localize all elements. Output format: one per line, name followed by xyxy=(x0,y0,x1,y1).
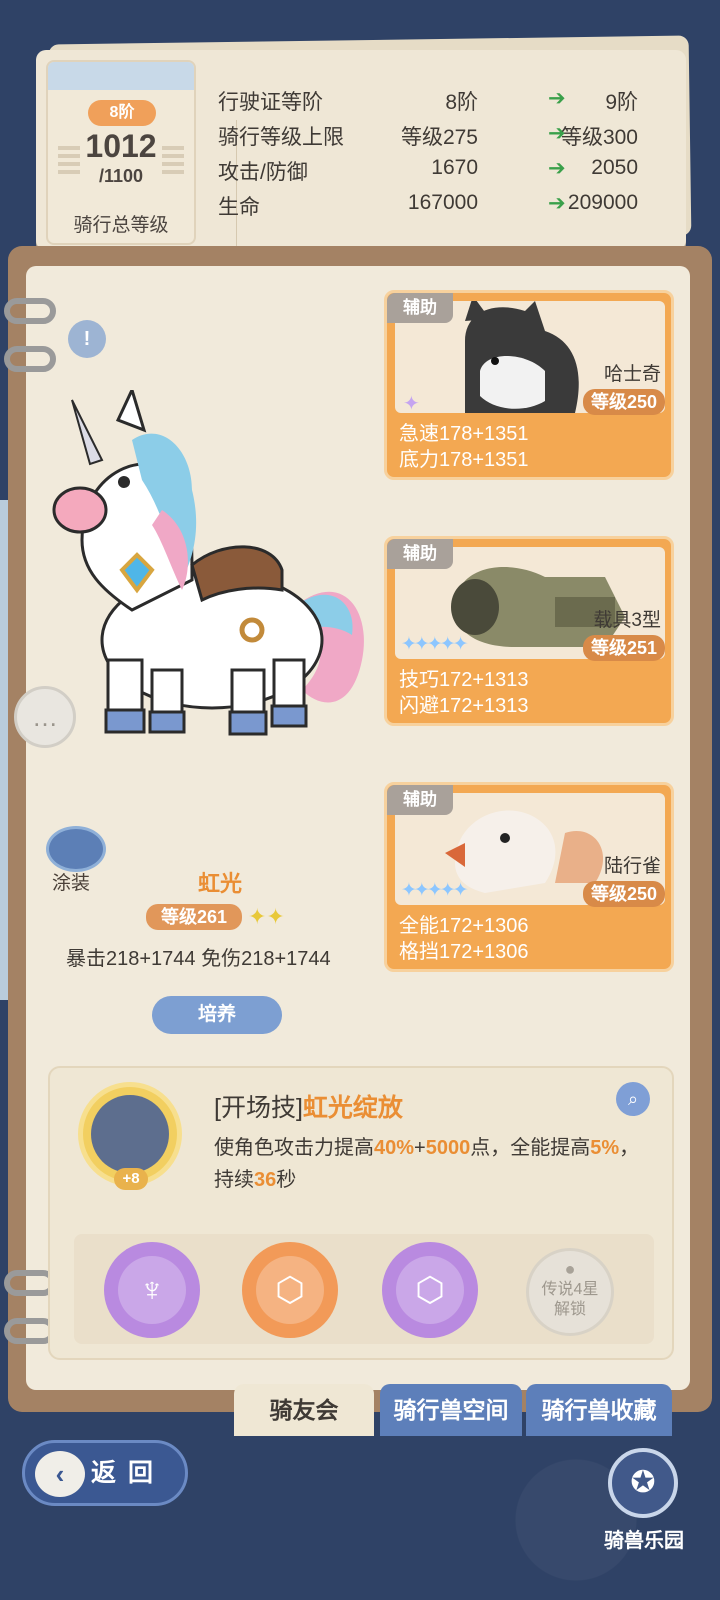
stat-name: 攻击/防御 xyxy=(218,161,308,184)
tab-mount-space[interactable]: 骑行兽空间 xyxy=(380,1384,522,1436)
support-level: 等级250 xyxy=(582,389,665,415)
license-stat-row: 骑行等级上限 等级275 ➔ 等级300 xyxy=(218,119,668,154)
total-level-label: 骑行总等级 xyxy=(73,215,169,236)
skill-portrait-image xyxy=(91,1095,169,1173)
skill-type: [开场技] xyxy=(214,1094,303,1122)
binder-ring xyxy=(4,298,56,324)
purple-shield-badge-icon[interactable]: ⬡ xyxy=(382,1242,478,1338)
license-stats-table: 行驶证等阶 8阶 ➔ 9阶 骑行等级上限 等级275 ➔ 等级300 攻击/防御… xyxy=(218,84,668,224)
support-card-husky[interactable]: 辅助 ✦ 哈士奇 等级250 急速178+1351 底力178+1351 xyxy=(384,290,674,480)
skill-description: 使角色攻击力提高40%+5000点，全能提高5%，持续36秒 xyxy=(214,1132,654,1196)
mount-name: 虹光 xyxy=(197,871,242,896)
total-level-value: 1012 xyxy=(85,128,157,164)
locked-badge[interactable]: ● 传说4星 解锁 xyxy=(526,1248,614,1336)
back-button[interactable]: ‹ 返回 xyxy=(22,1440,188,1506)
locked-text: 解锁 xyxy=(553,1301,586,1318)
support-stat: 技巧172+1313 xyxy=(399,669,529,691)
locked-text: 传说4星 xyxy=(541,1281,599,1298)
support-card-bird[interactable]: 辅助 ✦✦✦✦✦ 陆行雀 等级250 全能172+1306 格挡172+1306 xyxy=(384,782,674,972)
support-card-vehicle[interactable]: 辅助 ✦✦✦✦✦ 载具3型 等级251 技巧172+1313 闪避172+131… xyxy=(384,536,674,726)
stat-current: 等级275 xyxy=(400,126,478,149)
tab-mount-collection[interactable]: 骑行兽收藏 xyxy=(526,1384,672,1436)
license-stat-row: 生命 167000 ➔ 209000 xyxy=(218,189,668,224)
support-name: 哈士奇 xyxy=(603,364,661,385)
support-name: 陆行雀 xyxy=(603,856,661,877)
skill-plus-badge: +8 xyxy=(114,1168,148,1190)
paint-button[interactable]: 涂装 xyxy=(46,826,110,894)
rank-badge: 8阶 xyxy=(88,100,156,126)
stat-current: 8阶 xyxy=(445,91,478,114)
skill-name: 虹光绽放 xyxy=(302,1094,403,1122)
star-rating-icon: ✦✦✦✦✦ xyxy=(401,880,469,901)
stat-name: 骑行等级上限 xyxy=(218,126,344,149)
stat-name: 生命 xyxy=(218,196,260,219)
back-arrow-icon: ‹ xyxy=(35,1451,85,1497)
green-arrow-icon: ➔ xyxy=(548,192,566,215)
support-stat: 底力178+1351 xyxy=(399,449,529,471)
support-stats: 全能172+1306 格挡172+1306 xyxy=(399,913,529,965)
license-stat-row: 攻击/防御 1670 ➔ 2050 xyxy=(218,154,668,189)
stat-next: 等级300 xyxy=(560,126,638,149)
binder-ring xyxy=(4,346,56,372)
support-level: 等级251 xyxy=(582,635,665,661)
mount-park-button[interactable]: ✪ 骑兽乐园 xyxy=(594,1448,694,1558)
license-stat-row: 行驶证等阶 8阶 ➔ 9阶 xyxy=(218,84,668,119)
desc-number: 5000 xyxy=(425,1137,471,1159)
train-button[interactable]: 培养 xyxy=(152,996,282,1034)
orange-shield-badge-icon[interactable]: ⬡ xyxy=(242,1242,338,1338)
desc-text: 使角色攻击力提高 xyxy=(214,1137,374,1159)
desc-text: 秒 xyxy=(276,1169,297,1191)
book-icon[interactable]: ! xyxy=(68,320,106,358)
zoom-icon[interactable]: ⌕ xyxy=(616,1082,650,1116)
support-stat: 急速178+1351 xyxy=(399,423,529,445)
unicorn-mount-image[interactable] xyxy=(42,390,372,770)
desc-text: + xyxy=(414,1137,426,1159)
total-level-tab xyxy=(48,62,194,90)
total-level-box: 8阶 1012 /1100 骑行总等级 xyxy=(46,60,196,245)
tab-rider-club[interactable]: 骑友会 xyxy=(234,1384,374,1436)
park-label: 骑兽乐园 xyxy=(604,1530,684,1552)
skill-title: [开场技]虹光绽放 xyxy=(214,1088,403,1124)
stat-next: 9阶 xyxy=(605,91,638,114)
mount-stats: 暴击218+1744 免伤218+1744 xyxy=(66,948,331,970)
stat-name: 行驶证等阶 xyxy=(218,91,323,114)
support-stats: 急速178+1351 底力178+1351 xyxy=(399,421,529,473)
mount-level-badge: 等级261 xyxy=(146,904,242,930)
ferris-wheel-icon: ✪ xyxy=(608,1448,678,1518)
back-label: 返回 xyxy=(91,1459,166,1487)
purple-crest-badge-icon[interactable]: ♆ xyxy=(104,1242,200,1338)
support-name: 载具3型 xyxy=(593,610,661,631)
diamond-icon: ✦ xyxy=(403,393,420,415)
desc-text: 点，全能提高 xyxy=(470,1137,591,1159)
stat-next: 209000 xyxy=(567,191,638,214)
stat-current: 1670 xyxy=(431,156,478,179)
green-arrow-icon: ➔ xyxy=(548,87,566,110)
support-tag: 辅助 xyxy=(387,539,453,569)
support-tag: 辅助 xyxy=(387,293,453,323)
star-rating-icon: ✦✦✦✦✦ xyxy=(401,634,469,655)
green-arrow-icon: ➔ xyxy=(548,157,566,180)
support-stat: 闪避172+1313 xyxy=(399,695,529,717)
support-level: 等级250 xyxy=(582,881,665,907)
desc-number: 5% xyxy=(590,1137,620,1159)
stat-next: 2050 xyxy=(591,156,638,179)
support-tag: 辅助 xyxy=(387,785,453,815)
desc-number: 36 xyxy=(254,1169,277,1191)
paint-icon xyxy=(46,826,106,872)
desc-number: 40% xyxy=(374,1137,415,1159)
support-stats: 技巧172+1313 闪避172+1313 xyxy=(399,667,529,719)
paint-label: 涂装 xyxy=(52,873,91,894)
stat-current: 167000 xyxy=(407,191,478,214)
total-level-max: /1100 xyxy=(98,166,144,186)
lock-icon: ● xyxy=(564,1259,576,1279)
sparkle-icon: ✦✦ xyxy=(248,904,285,929)
support-stat: 全能172+1306 xyxy=(399,915,529,937)
support-stat: 格挡172+1306 xyxy=(399,941,529,963)
